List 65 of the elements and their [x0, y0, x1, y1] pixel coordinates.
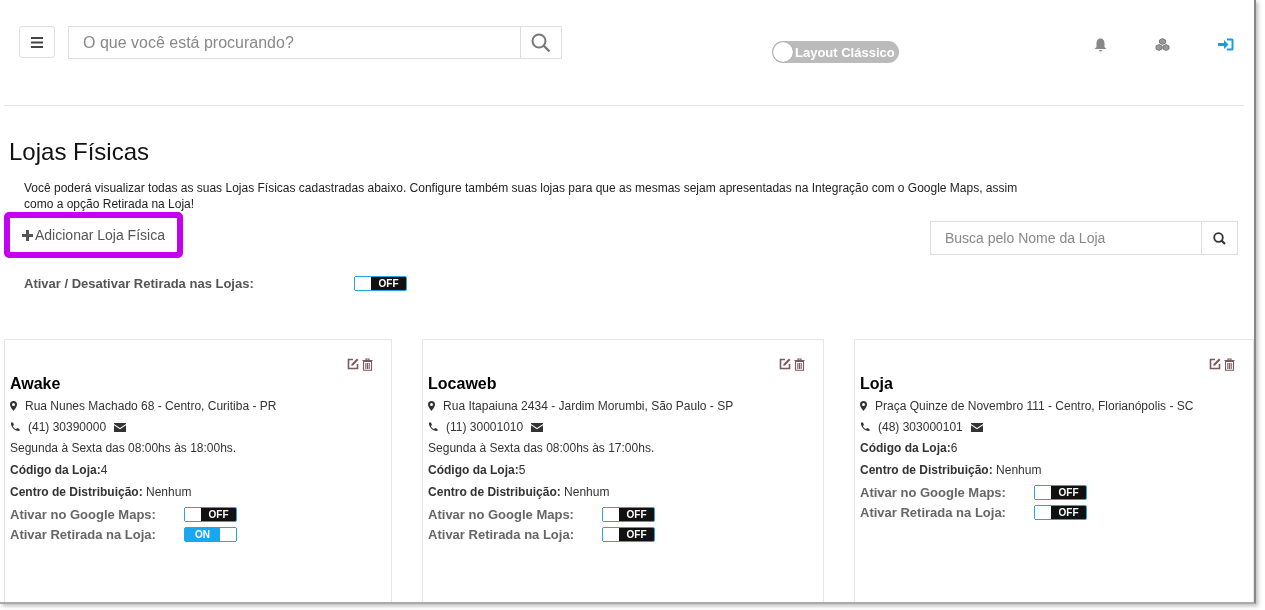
envelope-icon[interactable]: [531, 422, 544, 432]
store-name: Awake: [10, 375, 62, 393]
edit-icon[interactable]: [347, 358, 360, 371]
phone-icon: [860, 422, 870, 432]
search-icon: [1213, 231, 1226, 245]
envelope-icon[interactable]: [114, 422, 127, 432]
edit-icon[interactable]: [779, 358, 791, 371]
cubes-icon[interactable]: [1154, 38, 1170, 52]
toggle-label: Ativar no Google Maps:: [10, 507, 157, 522]
field-label: Código da Loja:: [860, 441, 951, 455]
add-store-button[interactable]: Adicionar Loja Física: [4, 212, 183, 258]
map-pin-icon: [860, 401, 867, 411]
plus-icon: [22, 229, 33, 241]
field-label: Centro de Distribuição:: [428, 485, 561, 499]
toggle-label: Ativar Retirada na Loja:: [428, 527, 575, 542]
edit-icon[interactable]: [1209, 358, 1221, 371]
trash-icon[interactable]: [1224, 358, 1235, 371]
store-toggle[interactable]: OFF: [602, 527, 656, 542]
distribution-center: Nenhum: [996, 463, 1042, 477]
envelope-icon[interactable]: [970, 422, 983, 432]
sign-in-icon[interactable]: [1217, 38, 1234, 52]
store-toggle[interactable]: OFF: [1034, 485, 1087, 500]
store-address: Rua Itapaiuna 2434 - Jardim Morumbi, São Paulo - SP: [443, 399, 734, 413]
toggle-label: Ativar Retirada na Loja:: [860, 505, 1007, 520]
store-toggle[interactable]: OFF: [602, 507, 656, 522]
search-button[interactable]: [1201, 221, 1238, 255]
phone-icon: [428, 422, 439, 432]
store-code: 5: [518, 463, 526, 477]
search-field[interactable]: O que você está procurando?: [68, 26, 520, 59]
store-phone: (48) 303000101: [878, 420, 963, 434]
field-label: Centro de Distribuição:: [860, 463, 993, 477]
field-label: Centro de Distribuição:: [10, 485, 143, 499]
store-code: 4: [100, 463, 108, 477]
store-name: Locaweb: [428, 375, 498, 393]
trash-icon[interactable]: [362, 358, 374, 371]
trash-icon[interactable]: [794, 358, 805, 371]
distribution-center: Nenhum: [146, 485, 192, 499]
store-hours: Segunda à Sexta das 08:00hs às 17:00hs.: [428, 441, 656, 455]
store-name: Loja: [860, 375, 894, 393]
toggle-label: Ativar no Google Maps:: [428, 507, 575, 522]
page-title: Lojas Físicas: [9, 138, 151, 166]
phone-icon: [10, 422, 20, 432]
field-label: Código da Loja:: [428, 463, 519, 477]
field-label: Código da Loja:: [10, 463, 101, 477]
menu-icon: [31, 36, 43, 48]
store-phone: (11) 30001010: [446, 420, 524, 434]
pickup-toggle[interactable]: OFF: [354, 276, 407, 291]
store-hours: Segunda à Sexta das 08:00hs às 18:00hs.: [10, 441, 238, 455]
store-address: Rua Nunes Machado 68 - Centro, Curitiba - PR: [25, 399, 277, 413]
notification-bell-icon[interactable]: [1093, 38, 1107, 52]
store-toggle[interactable]: OFF: [1034, 505, 1087, 520]
store-address: Praça Quinze de Novembro 111 - Centro, Florianópolis - SC: [875, 399, 1194, 413]
page-description: Você poderá visualizar todas as suas Lojas Físicas cadastradas abaixo. Configure também suas lojas para que as mesmas sejam apresentadas na Integração com o Google Maps, assim como a opção Retirada na Loja!: [24, 180, 1019, 212]
store-toggle[interactable]: OFF: [184, 507, 237, 522]
map-pin-icon: [10, 401, 17, 411]
store-phone: (41) 30390000: [28, 420, 107, 434]
toggle-label: Ativar Retirada na Loja:: [10, 527, 157, 542]
toggle-label: Ativar no Google Maps:: [860, 485, 1007, 500]
store-code: 6: [950, 441, 958, 455]
menu-button[interactable]: [19, 26, 55, 58]
toggle-label: Ativar / Desativar Retirada nas Lojas:: [24, 276, 255, 291]
distribution-center: Nenhum: [564, 485, 610, 499]
store-search-field[interactable]: Busca pelo Nome da Loja: [930, 221, 1201, 255]
map-pin-icon: [428, 401, 436, 411]
search-icon: [531, 32, 551, 53]
